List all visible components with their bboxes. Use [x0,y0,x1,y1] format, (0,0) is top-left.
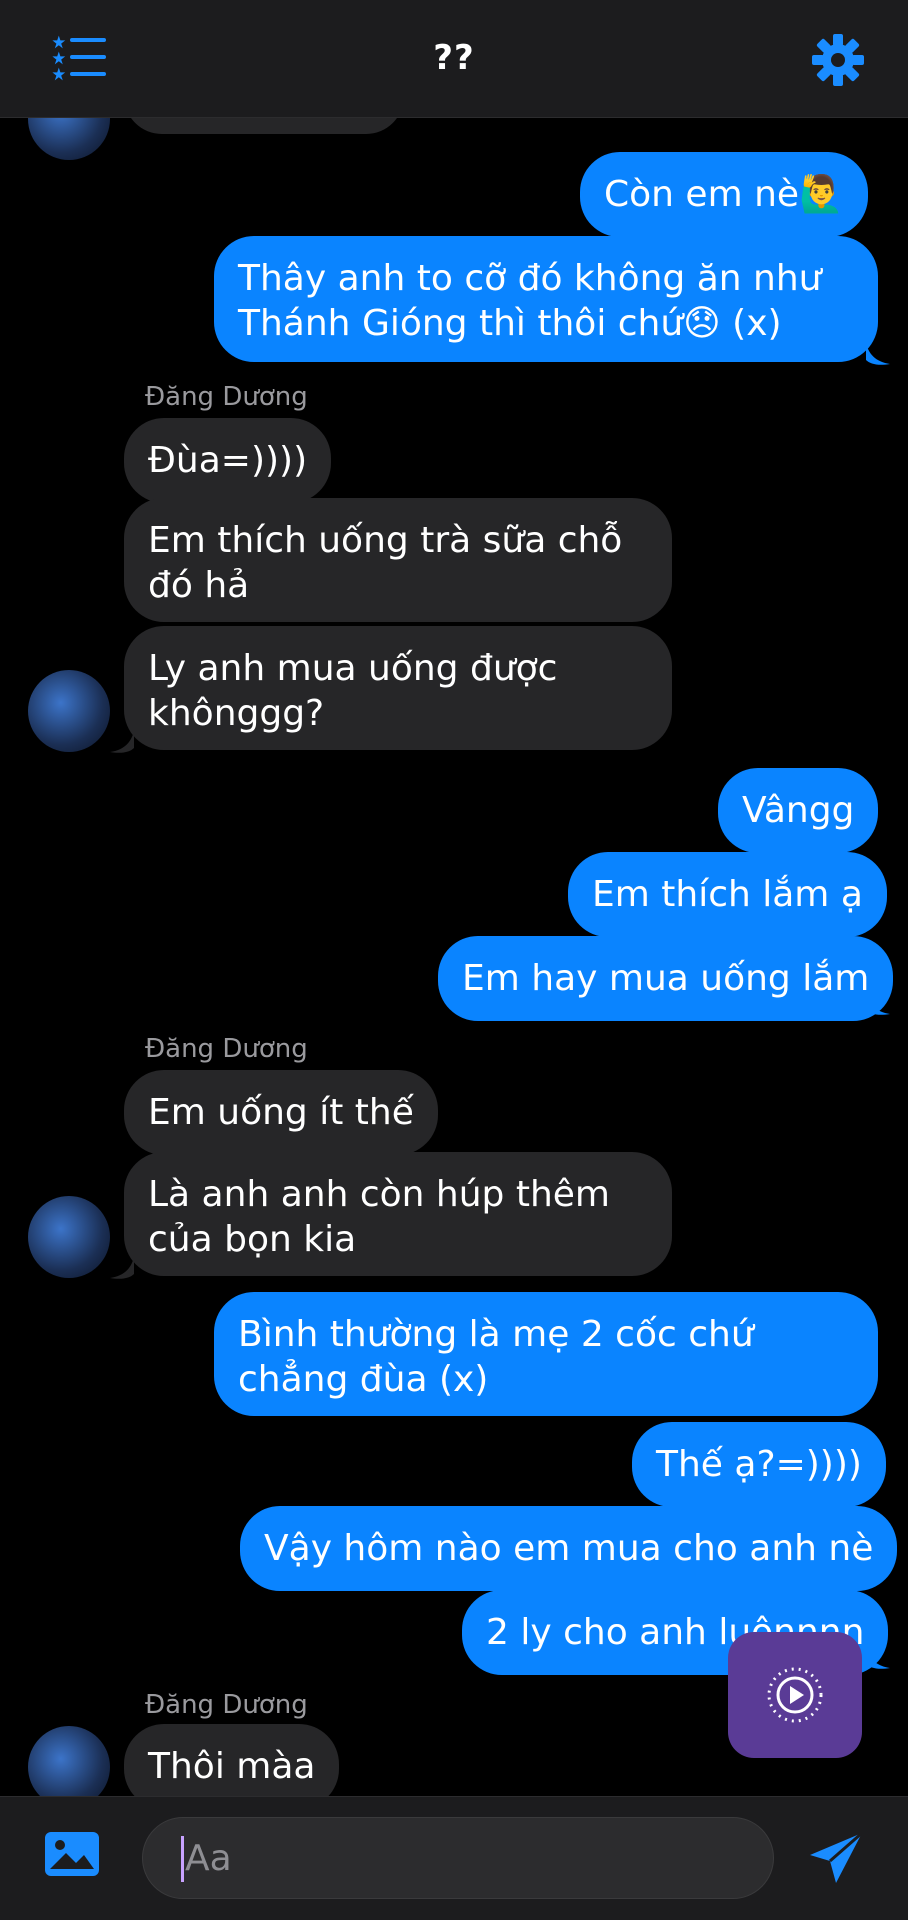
message-text: Em thích lắm ạ [592,874,863,915]
message-text-line: đó hả [148,565,250,606]
message-text-line: khônggg? [148,693,325,734]
bubble-tail [866,1646,890,1669]
conversation-title: ?? [433,38,475,78]
message-bubble-outgoing[interactable]: Em hay mua uống lắm [438,936,894,1021]
message-text: Vậy hôm nào em mua cho anh nè [264,1528,874,1569]
sender-name: Đăng Dương [145,1690,308,1720]
chat-header: ?? [0,0,908,118]
gear-icon[interactable] [812,34,864,86]
message-bubble-outgoing[interactable]: Còn em nè🙋‍♂️ [580,152,868,237]
message-text-line: Là anh anh còn húp thêm [148,1174,610,1215]
message-bubble-outgoing[interactable]: Vângg [718,768,879,853]
bubble-tail [110,1256,134,1279]
bubble-tail [110,730,134,753]
text-cursor [181,1836,184,1882]
message-bubble-outgoing[interactable]: Vậy hôm nào em mua cho anh nè [240,1506,898,1591]
floating-media-button[interactable] [728,1632,862,1758]
message-bubble-incoming[interactable]: Ly anh mua uống được khônggg? [124,626,672,750]
message-bubble-incoming[interactable]: Đùa=)))) [124,418,332,503]
message-bubble-incoming[interactable]: Là anh anh còn húp thêm của bọn kia [124,1152,672,1276]
message-text: Còn em nè🙋‍♂️ [604,174,844,215]
play-circle-icon [767,1667,823,1723]
sender-name: Đăng Dương [145,382,308,412]
message-text-line: Thánh Gióng thì thôi chứ😞 (x) [238,303,782,344]
message-list[interactable]: Còn em nè🙋‍♂️ Thây anh to cỡ đó không ăn… [0,118,908,1796]
avatar[interactable] [28,1726,110,1796]
message-bubble-outgoing[interactable]: Em thích lắm ạ [568,852,887,937]
message-text: Thế ạ?=)))) [656,1444,862,1485]
message-bubble-incoming[interactable]: Em uống ít thế [124,1070,438,1155]
message-bubble-outgoing[interactable]: Thây anh to cỡ đó không ăn như Thánh Gió… [214,236,878,362]
message-text: Vângg [742,790,855,831]
message-text-line: của bọn kia [148,1219,357,1260]
message-composer: Aa [0,1796,908,1920]
image-icon[interactable] [44,1831,100,1877]
message-input[interactable]: Aa [142,1817,774,1899]
message-bubble-incoming[interactable]: Thôi màa [124,1724,340,1796]
bubble-tail [866,342,890,365]
send-icon[interactable] [808,1831,864,1885]
message-bubble-outgoing[interactable]: Thế ạ?=)))) [632,1422,886,1507]
message-bubble-incoming[interactable]: Em thích uống trà sữa chỗ đó hả [124,498,672,622]
message-text-line: Em thích uống trà sữa chỗ [148,520,623,561]
message-text-line: chẳng đùa (x) [238,1359,489,1400]
message-text-line: Bình thường là mẹ 2 cốc chứ [238,1314,754,1355]
sender-name: Đăng Dương [145,1034,308,1064]
message-text: Em uống ít thế [148,1092,414,1133]
message-text: Đùa=)))) [148,440,308,481]
bubble-tail [866,992,890,1015]
avatar[interactable] [28,1196,110,1278]
avatar[interactable] [28,118,110,160]
message-text: Em hay mua uống lắm [462,958,870,999]
message-text-line: Thây anh to cỡ đó không ăn như [238,258,822,299]
avatar[interactable] [28,670,110,752]
message-text-line: Ly anh mua uống được [148,648,558,689]
message-input-placeholder: Aa [185,1838,232,1879]
message-bubble-incoming[interactable] [124,118,404,134]
message-bubble-outgoing[interactable]: Bình thường là mẹ 2 cốc chứ chẳng đùa (x… [214,1292,878,1416]
message-text: Thôi màa [148,1746,316,1787]
